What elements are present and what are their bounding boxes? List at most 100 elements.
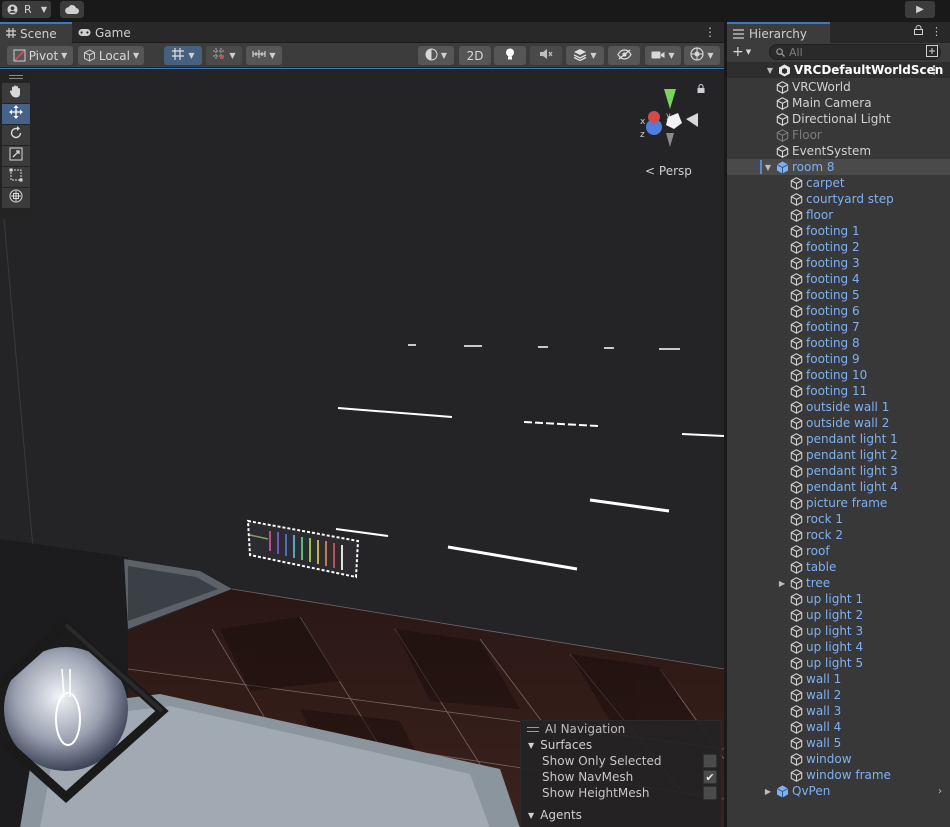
hierarchy-item-vrcworld[interactable]: VRCWorld xyxy=(727,79,950,95)
hierarchy-item-up-light-2[interactable]: up light 2 xyxy=(727,607,950,623)
orientation-gizmo[interactable]: x z y xyxy=(628,87,708,157)
play-button[interactable]: ▶ xyxy=(905,1,935,18)
hierarchy-item-up-light-4[interactable]: up light 4 xyxy=(727,639,950,655)
hierarchy-item-footing-5[interactable]: footing 5 xyxy=(727,287,950,303)
draw-mode-dropdown[interactable]: ▼ xyxy=(418,46,454,65)
hierarchy-item-rock-2[interactable]: rock 2 xyxy=(727,527,950,543)
hierarchy-item-footing-3[interactable]: footing 3 xyxy=(727,255,950,271)
hierarchy-item-pendant-light-3[interactable]: pendant light 3 xyxy=(727,463,950,479)
tab-game[interactable]: Game xyxy=(72,22,137,43)
hierarchy-item-main-camera[interactable]: Main Camera xyxy=(727,95,950,111)
hierarchy-item-footing-11[interactable]: footing 11 xyxy=(727,383,950,399)
agents-label: Agents xyxy=(540,808,582,822)
hierarchy-item-pendant-light-2[interactable]: pendant light 2 xyxy=(727,447,950,463)
toggle-2d-button[interactable]: 2D xyxy=(459,46,491,65)
hierarchy-item-footing-6[interactable]: footing 6 xyxy=(727,303,950,319)
scene-menu-icon[interactable]: ⋮ xyxy=(928,63,940,77)
hierarchy-item-window-frame[interactable]: window frame xyxy=(727,767,950,783)
audio-toggle[interactable] xyxy=(530,46,562,65)
search-input[interactable] xyxy=(789,45,909,59)
show-heightmesh-checkbox[interactable] xyxy=(703,786,717,800)
hierarchy-item-outside-wall-1[interactable]: outside wall 1 xyxy=(727,399,950,415)
cloud-button[interactable] xyxy=(60,1,84,18)
rect-tool-button[interactable] xyxy=(2,167,30,187)
hierarchy-item-up-light-3[interactable]: up light 3 xyxy=(727,623,950,639)
hierarchy-item-up-light-1[interactable]: up light 1 xyxy=(727,591,950,607)
increment-snapping-toggle[interactable]: ▼ xyxy=(206,46,242,65)
hierarchy-item-label: Main Camera xyxy=(792,96,872,110)
hierarchy-item-wall-3[interactable]: wall 3 xyxy=(727,703,950,719)
hierarchy-item-outside-wall-2[interactable]: outside wall 2 xyxy=(727,415,950,431)
chevron-down-icon: ▼ xyxy=(188,51,195,60)
add-icon[interactable] xyxy=(926,45,938,60)
chevron-down-icon: ▼ xyxy=(590,51,597,60)
surfaces-foldout[interactable]: ▼ Surfaces xyxy=(521,737,721,753)
hierarchy-item-qvpen[interactable]: ▶ QvPen › xyxy=(727,783,950,799)
tab-scene[interactable]: Scene xyxy=(0,22,72,43)
hierarchy-item-carpet[interactable]: carpet xyxy=(727,175,950,191)
hierarchy-item-eventsystem[interactable]: EventSystem xyxy=(727,143,950,159)
hierarchy-item-wall-5[interactable]: wall 5 xyxy=(727,735,950,751)
hierarchy-item-picture-frame[interactable]: picture frame xyxy=(727,495,950,511)
hierarchy-item-footing-7[interactable]: footing 7 xyxy=(727,319,950,335)
hierarchy-item-floor[interactable]: floor xyxy=(727,207,950,223)
hierarchy-item-wall-2[interactable]: wall 2 xyxy=(727,687,950,703)
hierarchy-item-tree[interactable]: ▶ tree xyxy=(727,575,950,591)
scene-visibility-toggle[interactable] xyxy=(608,46,640,65)
hierarchy-item-wall-4[interactable]: wall 4 xyxy=(727,719,950,735)
hierarchy-item-table[interactable]: table xyxy=(727,559,950,575)
hierarchy-item-roof[interactable]: roof xyxy=(727,543,950,559)
hierarchy-item-room-8[interactable]: ▼ room 8 xyxy=(727,159,950,175)
scene-root-row[interactable]: ▼ VRCDefaultWorldScen ⋮ xyxy=(727,62,950,78)
triangle-right-icon[interactable]: ▶ xyxy=(763,787,773,796)
hand-tool-button[interactable] xyxy=(2,83,30,103)
tab-hierarchy[interactable]: Hierarchy xyxy=(727,22,830,43)
show-only-selected-checkbox[interactable] xyxy=(703,754,717,768)
transform-tool-button[interactable] xyxy=(2,188,30,208)
ai-navigation-header[interactable]: AI Navigation xyxy=(521,721,721,737)
hierarchy-item-pendant-light-1[interactable]: pendant light 1 xyxy=(727,431,950,447)
lock-icon[interactable] xyxy=(914,25,923,38)
pivot-icon xyxy=(13,49,26,62)
hierarchy-item-window[interactable]: window xyxy=(727,751,950,767)
lock-icon[interactable] xyxy=(697,84,705,96)
rotate-tool-button[interactable] xyxy=(2,125,30,145)
hierarchy-item-footing-10[interactable]: footing 10 xyxy=(727,367,950,383)
hierarchy-item-rock-1[interactable]: rock 1 xyxy=(727,511,950,527)
local-dropdown[interactable]: Local ▼ xyxy=(78,46,144,65)
hierarchy-item-courtyard-step[interactable]: courtyard step xyxy=(727,191,950,207)
gameobject-icon xyxy=(789,256,803,270)
projection-toggle[interactable]: < Persp xyxy=(645,164,692,178)
hierarchy-item-directional-light[interactable]: Directional Light xyxy=(727,111,950,127)
drag-handle-icon[interactable] xyxy=(0,71,31,83)
hierarchy-item-up-light-5[interactable]: up light 5 xyxy=(727,655,950,671)
pivot-dropdown[interactable]: Pivot ▼ xyxy=(7,46,73,65)
scale-tool-button[interactable] xyxy=(2,146,30,166)
agents-foldout[interactable]: ▼ Agents xyxy=(521,807,721,823)
triangle-down-icon[interactable]: ▼ xyxy=(763,163,773,172)
create-dropdown[interactable]: + ▼ xyxy=(732,44,760,60)
hierarchy-item-pendant-light-4[interactable]: pendant light 4 xyxy=(727,479,950,495)
ruler-dropdown[interactable]: ▼ xyxy=(246,46,282,65)
lighting-toggle[interactable] xyxy=(494,46,526,65)
scene-panel-menu-icon[interactable]: ⋮ xyxy=(704,25,716,39)
effects-dropdown[interactable]: ▼ xyxy=(566,46,604,65)
hierarchy-menu-icon[interactable]: ⋮ xyxy=(931,25,942,38)
gizmos-dropdown[interactable]: ▼ xyxy=(684,46,720,65)
hierarchy-item-floor[interactable]: Floor xyxy=(727,127,950,143)
triangle-right-icon[interactable]: ▶ xyxy=(777,579,787,588)
hierarchy-item-footing-9[interactable]: footing 9 xyxy=(727,351,950,367)
grid-snapping-toggle[interactable]: ▼ xyxy=(164,46,202,65)
grid-snap-icon xyxy=(171,47,185,64)
move-tool-button[interactable] xyxy=(2,104,30,124)
show-navmesh-checkbox[interactable]: ✔ xyxy=(703,770,717,784)
account-button[interactable]: R ▼ xyxy=(2,1,51,18)
hierarchy-item-wall-1[interactable]: wall 1 xyxy=(727,671,950,687)
hierarchy-item-footing-2[interactable]: footing 2 xyxy=(727,239,950,255)
open-prefab-chevron-icon[interactable]: › xyxy=(938,786,942,797)
scene-viewport[interactable]: x z y < Persp AI Navigation ▼ Surfaces S… xyxy=(0,68,724,827)
hierarchy-item-footing-4[interactable]: footing 4 xyxy=(727,271,950,287)
hierarchy-item-footing-8[interactable]: footing 8 xyxy=(727,335,950,351)
hierarchy-item-footing-1[interactable]: footing 1 xyxy=(727,223,950,239)
camera-dropdown[interactable]: ▼ xyxy=(645,46,681,65)
